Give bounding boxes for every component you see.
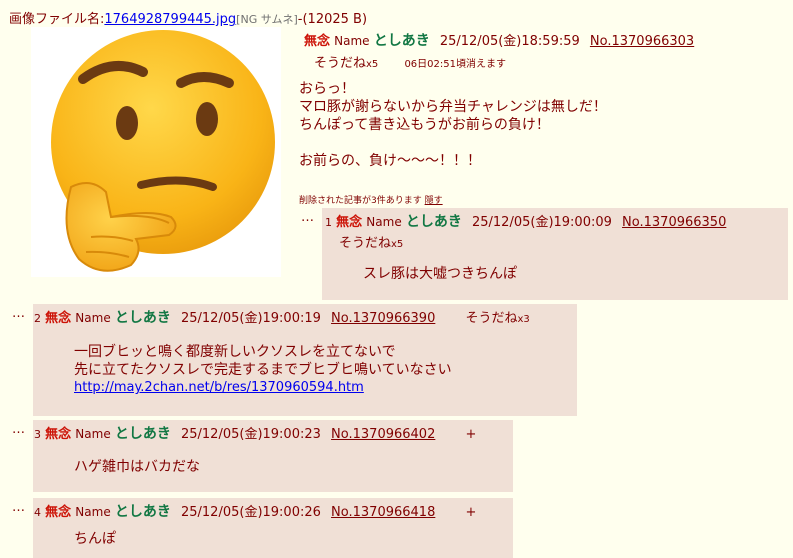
reply-datetime: 25/12/05(金)19:00:09: [471, 215, 612, 230]
reply-post-number[interactable]: No.1370966418: [331, 505, 435, 520]
op-datetime: 25/12/05(金)18:59:59: [439, 34, 580, 49]
op-header: 無念 Name としあき 25/12/05(金)18:59:59 No.1370…: [304, 30, 694, 71]
reply-subject: 無念: [45, 427, 72, 442]
op-sodane-label: そうだね: [314, 56, 367, 71]
reply-dots: …: [12, 422, 25, 437]
reply-name: としあき: [114, 426, 171, 442]
reply-dots: …: [301, 210, 314, 225]
reply-name-label: Name: [75, 505, 111, 519]
op-name: としあき: [373, 33, 430, 49]
reply-header: 2 無念 Name としあき 25/12/05(金)19:00:19 No.13…: [34, 307, 530, 327]
reply-body: 一回ブヒッと鳴く都度新しいクソスレを立てないで 先に立てたクソスレで完走するまで…: [74, 343, 452, 397]
reply-name-label: Name: [75, 311, 111, 325]
reply-datetime: 25/12/05(金)19:00:19: [180, 311, 321, 326]
reply-subject: 無念: [45, 311, 72, 326]
reply-index: 2: [34, 312, 41, 325]
op-body-line: [299, 134, 607, 152]
op-body-line: ちんぽって書き込もうがお前らの負け！: [299, 117, 550, 133]
reply-header: 1 無念 Name としあき 25/12/05(金)19:00:09 No.13…: [325, 211, 726, 251]
reply-post-number[interactable]: No.1370966390: [331, 311, 435, 326]
reply-index: 1: [325, 216, 332, 229]
reply-datetime: 25/12/05(金)19:00:26: [180, 505, 321, 520]
reply-sodane-label: そうだね: [465, 311, 518, 326]
reply-sodane-button[interactable]: そうだねx5: [339, 236, 403, 251]
reply-link[interactable]: http://may.2chan.net/b/res/1370960594.ht…: [74, 380, 364, 395]
reply-name: としあき: [114, 310, 171, 326]
op-body-line: お前らの、負け〜〜〜！！！: [299, 153, 481, 169]
thinking-face-emoji-icon: [51, 30, 275, 272]
deleted-notice-text: 削除された記事が3件あります: [299, 196, 422, 206]
reply-header: 4 無念 Name としあき 25/12/05(金)19:00:26 No.13…: [34, 501, 476, 521]
reply-body-line: ハゲ雑巾はバカだな: [74, 459, 200, 475]
op-sodane-button[interactable]: そうだねx5: [314, 56, 378, 71]
op-post-number[interactable]: No.1370966303: [590, 34, 694, 49]
reply-datetime: 25/12/05(金)19:00:23: [180, 427, 321, 442]
reply-name: としあき: [114, 504, 171, 520]
reply-sodane-button[interactable]: +: [465, 427, 476, 442]
reply-name-label: Name: [366, 215, 402, 229]
reply-index: 3: [34, 428, 41, 441]
reply-dots: …: [12, 306, 25, 321]
thread-thumbnail[interactable]: [31, 27, 281, 277]
file-label: 画像ファイル名:: [9, 12, 105, 27]
deleted-hide-link[interactable]: 隠す: [425, 196, 443, 206]
reply-sodane-button[interactable]: +: [465, 505, 476, 520]
reply-sodane-count: x5: [391, 239, 404, 250]
op-body: おらっ！ マロ豚が謝らないから弁当チャレンジは無しだ！ ちんぽって書き込もうがお…: [299, 80, 607, 170]
reply-sodane-button[interactable]: そうだねx3: [465, 311, 529, 326]
reply-body-line: スレ豚は大嘘つきちんぽ: [363, 266, 517, 282]
reply-name: としあき: [405, 214, 462, 230]
reply-name-label: Name: [75, 427, 111, 441]
reply-body-line: ちんぽ: [74, 531, 116, 547]
reply-index: 4: [34, 506, 41, 519]
reply-sodane-label: そうだね: [339, 236, 392, 251]
op-sodane-count: x5: [366, 59, 379, 70]
file-size: -(12025 B): [297, 12, 368, 27]
op-body-line: マロ豚が謝らないから弁当チャレンジは無しだ！: [299, 99, 607, 115]
op-subject: 無念: [304, 34, 331, 49]
op-name-label: Name: [334, 34, 370, 48]
reply-subject: 無念: [45, 505, 72, 520]
file-link[interactable]: 1764928799445.jpg: [104, 12, 236, 27]
file-info: 画像ファイル名:1764928799445.jpg[NG サムネ]-(12025…: [9, 8, 367, 27]
reply-post-number[interactable]: No.1370966350: [622, 215, 726, 230]
reply-dots: …: [12, 500, 25, 515]
op-body-line: おらっ！: [299, 81, 355, 97]
reply-sodane-count: x3: [517, 314, 530, 325]
reply-body-line: 一回ブヒッと鳴く都度新しいクソスレを立てないで: [74, 344, 396, 360]
reply-post-number[interactable]: No.1370966402: [331, 427, 435, 442]
reply-subject: 無念: [336, 215, 363, 230]
reply-header: 3 無念 Name としあき 25/12/05(金)19:00:23 No.13…: [34, 423, 476, 443]
deleted-notice: 削除された記事が3件あります 隠す: [299, 193, 443, 206]
reply-body-line: 先に立てたクソスレで完走するまでブヒブヒ鳴いていなさい: [74, 362, 452, 378]
op-expire-time: 06日02:51頃消えます: [404, 59, 506, 70]
ng-thumbnail-link[interactable]: [NG サムネ]: [236, 13, 298, 26]
